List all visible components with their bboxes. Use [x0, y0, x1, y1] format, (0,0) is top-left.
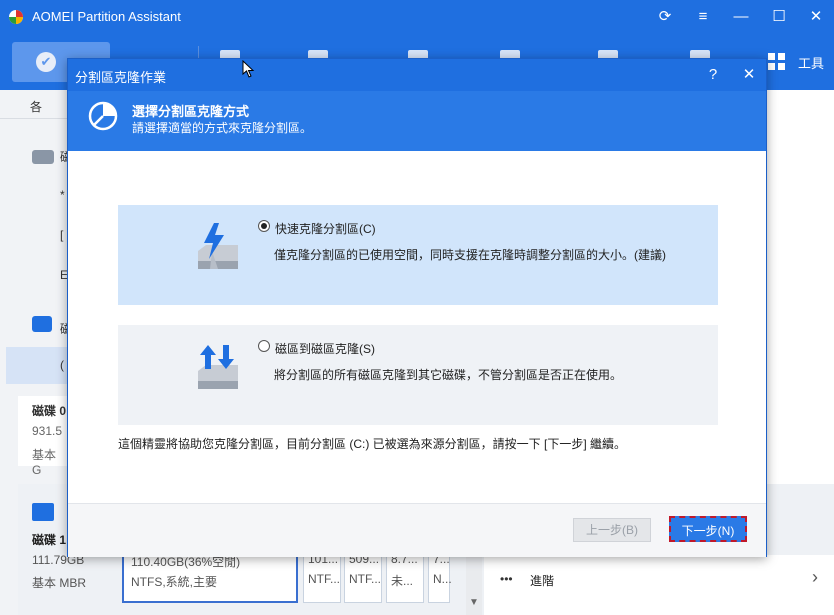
dialog-info-text: 這個精靈將協助您克隆分割區，目前分割區 (C:) 已被選為來源分割區，請按一下 …: [118, 437, 626, 451]
partition-3-fs: NTF...: [349, 572, 381, 586]
sector-clone-radio[interactable]: [258, 340, 270, 352]
operations-panel: ••• 進階 ›: [484, 555, 834, 615]
check-icon: ✔: [36, 52, 56, 72]
more-icon: •••: [500, 572, 513, 586]
dialog-close-icon[interactable]: ✕: [736, 63, 762, 87]
disk-icon: [32, 150, 54, 164]
dialog-header: 選擇分割區克隆方式 請選擇適當的方式來克隆分割區。: [68, 91, 766, 151]
sector-clone-option[interactable]: 磁區到磁區克隆(S) 將分割區的所有磁區克隆到其它磁碟，不管分割區是否正在使用。: [118, 325, 718, 425]
partition-2-fs: NTF...: [308, 572, 340, 586]
menu-icon[interactable]: ≡: [689, 6, 717, 28]
left-panel-header: 各: [30, 100, 43, 114]
selected-partition-row[interactable]: [6, 347, 68, 384]
quick-clone-description: 僅克隆分割區的已使用空間，同時支援在克隆時調整分割區的大小。(建議): [274, 248, 666, 262]
help-icon[interactable]: ?: [700, 63, 726, 87]
tools-grid-icon[interactable]: [768, 53, 786, 71]
disk0-card[interactable]: 磁碟 0 931.5 基本 G: [18, 396, 68, 477]
advanced-menu-item[interactable]: 進階: [530, 572, 554, 589]
disk0-size: 931.5: [32, 424, 63, 438]
partition-c-fs: NTFS,系統,主要: [131, 575, 217, 589]
dialog-subheading: 請選擇適當的方式來克隆分割區。: [132, 121, 313, 135]
disk1-icon: [32, 503, 54, 521]
dialog-heading: 選擇分割區克隆方式: [132, 104, 250, 119]
partition-item[interactable]: (: [60, 358, 64, 372]
partition-4-fs: 未...: [391, 574, 414, 588]
refresh-icon[interactable]: ⟳: [651, 6, 679, 28]
chevron-right-icon[interactable]: ›: [812, 567, 818, 588]
mouse-cursor-icon: [242, 60, 255, 78]
disk0-title: 磁碟 0: [32, 404, 67, 418]
sector-clone-description: 將分割區的所有磁區克隆到其它磁碟，不管分割區是否正在使用。: [274, 368, 623, 382]
disk-item[interactable]: [: [60, 228, 63, 242]
quick-clone-icon: [198, 223, 238, 269]
disk0-type: 基本 G: [32, 448, 57, 477]
partition-5-fs: N...: [433, 572, 452, 586]
pie-chart-icon: [88, 101, 118, 131]
scroll-down-icon[interactable]: ▼: [469, 597, 479, 608]
quick-clone-label[interactable]: 快速克隆分割區(C): [275, 220, 376, 237]
dialog-footer: 上一步(B) 下一步(N): [68, 503, 766, 557]
disk1-title: 磁碟 1: [32, 533, 67, 547]
app-titlebar: AOMEI Partition Assistant ⟳ ≡ — ☐ ✕: [0, 0, 834, 34]
quick-clone-option[interactable]: 快速克隆分割區(C) 僅克隆分割區的已使用空間，同時支援在克隆時調整分割區的大小…: [118, 205, 718, 305]
disk1-type: 基本 MBR: [32, 576, 87, 590]
dialog-title: 分割區克隆作業: [75, 70, 167, 85]
vertical-scrollbar[interactable]: ▼: [466, 555, 482, 615]
minimize-button[interactable]: —: [727, 6, 755, 28]
back-button[interactable]: 上一步(B): [573, 518, 651, 542]
app-logo-icon: [9, 10, 23, 24]
close-button[interactable]: ✕: [802, 6, 830, 28]
next-button[interactable]: 下一步(N): [669, 516, 747, 542]
quick-clone-radio[interactable]: [258, 220, 270, 232]
sector-clone-icon: [198, 345, 238, 389]
sector-clone-label[interactable]: 磁區到磁區克隆(S): [275, 340, 375, 357]
maximize-button[interactable]: ☐: [765, 6, 793, 28]
tools-label[interactable]: 工具: [798, 53, 824, 72]
partition-clone-dialog: 分割區克隆作業 ? ✕ 選擇分割區克隆方式 請選擇適當的方式來克隆分割區。 快速…: [67, 58, 767, 557]
dialog-titlebar: 分割區克隆作業 ? ✕: [68, 59, 766, 91]
disk-item[interactable]: *: [60, 188, 65, 202]
app-title: AOMEI Partition Assistant: [32, 9, 181, 24]
partition-icon: [32, 316, 52, 332]
